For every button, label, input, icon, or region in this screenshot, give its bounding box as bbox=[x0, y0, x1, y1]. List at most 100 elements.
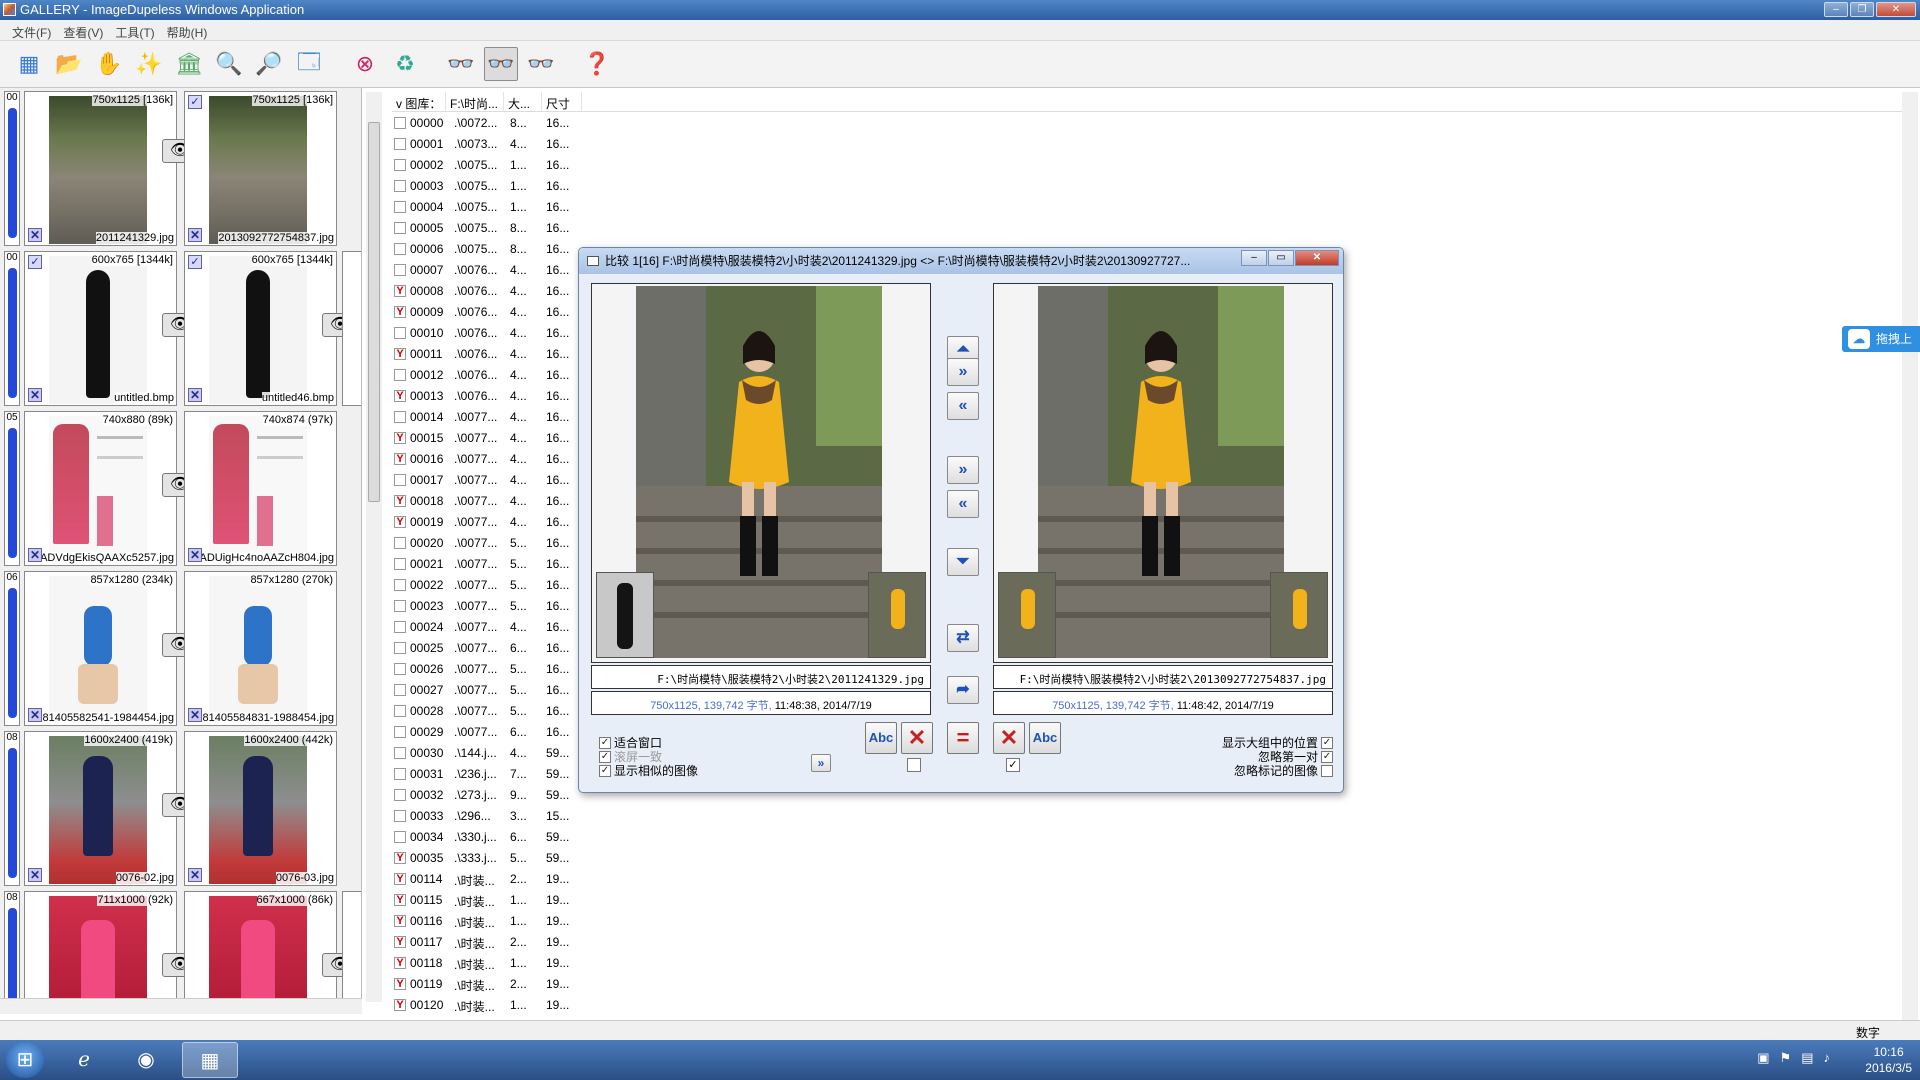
thumbnail[interactable]: 857x1280 (234k) 7181405582541-1984454.jp… bbox=[24, 571, 177, 726]
row-checkbox[interactable]: Y bbox=[394, 894, 406, 906]
column-dimensions[interactable]: 尺寸 bbox=[542, 92, 582, 111]
view-mode-3-icon[interactable]: 👓 bbox=[524, 47, 558, 81]
list-row[interactable]: 00023 .\0077... 5... 16... bbox=[392, 596, 592, 617]
list-row[interactable]: 00010 .\0076... 4... 16... bbox=[392, 323, 592, 344]
row-checkbox[interactable]: Y bbox=[394, 453, 406, 465]
list-row[interactable]: 00030 .\144.j... 4... 59... bbox=[392, 743, 592, 764]
minimize-button[interactable]: – bbox=[1824, 2, 1848, 17]
list-row[interactable]: Y 00013 .\0076... 4... 16... bbox=[392, 386, 592, 407]
row-checkbox[interactable]: Y bbox=[394, 285, 406, 297]
gallery-grid-icon[interactable]: ▦ bbox=[12, 47, 46, 81]
list-row[interactable]: Y 00016 .\0077... 4... 16... bbox=[392, 449, 592, 470]
ignore-marked-option[interactable]: 忽略标记的图像 bbox=[1234, 762, 1333, 779]
help-icon[interactable]: ❓ bbox=[580, 47, 614, 81]
list-row[interactable]: 00001 .\0073... 4... 16... bbox=[392, 134, 592, 155]
row-checkbox[interactable] bbox=[394, 726, 406, 738]
row-checkbox[interactable]: Y bbox=[394, 495, 406, 507]
group-number[interactable]: 06 bbox=[4, 571, 20, 726]
show-similar-option[interactable]: ✓ 显示相似的图像 bbox=[599, 762, 698, 779]
list-vertical-scrollbar[interactable] bbox=[1902, 92, 1918, 1020]
list-row[interactable]: 00000 .\0072... 8... 16... bbox=[392, 113, 592, 134]
thumbnail[interactable]: 857x1280 (270k) 181405584831-1988454.jpg… bbox=[184, 571, 337, 726]
show-similar-checkbox[interactable]: ✓ bbox=[599, 764, 611, 777]
row-checkbox[interactable] bbox=[394, 600, 406, 612]
row-checkbox[interactable] bbox=[394, 642, 406, 654]
row-checkbox[interactable] bbox=[394, 222, 406, 234]
delete-mark-icon[interactable]: ✕ bbox=[28, 228, 42, 242]
left-next-thumbnail[interactable] bbox=[868, 572, 926, 658]
row-checkbox[interactable] bbox=[394, 621, 406, 633]
right-next-thumbnail[interactable] bbox=[1270, 572, 1328, 658]
show-position-checkbox[interactable]: ✓ bbox=[1321, 736, 1333, 749]
delete-mark-icon[interactable]: ✕ bbox=[28, 708, 42, 722]
row-checkbox[interactable] bbox=[394, 684, 406, 696]
row-checkbox[interactable] bbox=[394, 537, 406, 549]
dialog-close-button[interactable]: ✕ bbox=[1295, 250, 1339, 266]
window-icon[interactable]: 🗔 bbox=[292, 47, 326, 81]
menu-view[interactable]: 查看(V) bbox=[57, 20, 109, 40]
rename-left-button[interactable]: Abc bbox=[865, 722, 897, 754]
delete-mark-icon[interactable]: ✕ bbox=[188, 388, 202, 402]
list-row[interactable]: 00007 .\0076... 4... 16... bbox=[392, 260, 592, 281]
maximize-button[interactable]: ❐ bbox=[1850, 2, 1874, 17]
list-row[interactable]: Y 00116 .\时装... 1... 19... bbox=[392, 911, 592, 932]
row-checkbox[interactable]: Y bbox=[394, 390, 406, 402]
row-checkbox[interactable] bbox=[394, 411, 406, 423]
list-row[interactable]: Y 00115 .\时装... 1... 19... bbox=[392, 890, 592, 911]
column-size[interactable]: 大... bbox=[504, 92, 542, 111]
row-checkbox[interactable]: Y bbox=[394, 348, 406, 360]
thumbnail[interactable]: 667x1000 (86k) bbox=[184, 891, 337, 1010]
list-row[interactable]: Y 00117 .\时装... 2... 19... bbox=[392, 932, 592, 953]
delete-mark-icon[interactable]: ✕ bbox=[28, 388, 42, 402]
delete-right-button[interactable]: ✕ bbox=[993, 722, 1025, 754]
last-pair-button[interactable]: ⏷ bbox=[947, 548, 979, 576]
mark-left-checkbox[interactable] bbox=[907, 758, 921, 772]
list-row[interactable]: Y 00118 .\时装... 1... 19... bbox=[392, 953, 592, 974]
row-checkbox[interactable]: Y bbox=[394, 852, 406, 864]
row-checkbox[interactable] bbox=[394, 264, 406, 276]
gallery-vertical-scrollbar[interactable] bbox=[366, 92, 382, 1002]
list-row[interactable]: 00012 .\0076... 4... 16... bbox=[392, 365, 592, 386]
list-row[interactable]: 00004 .\0075... 1... 16... bbox=[392, 197, 592, 218]
thumbnail[interactable]: 1600x2400 (419k) 0076-02.jpg ✕ bbox=[24, 731, 177, 886]
move-button[interactable]: ➦ bbox=[947, 676, 979, 704]
ignore-marked-checkbox[interactable] bbox=[1321, 764, 1333, 777]
row-checkbox[interactable] bbox=[394, 117, 406, 129]
list-row[interactable]: 00024 .\0077... 4... 16... bbox=[392, 617, 592, 638]
list-row[interactable]: 00005 .\0075... 8... 16... bbox=[392, 218, 592, 239]
fit-window-checkbox[interactable]: ✓ bbox=[599, 736, 611, 749]
list-row[interactable]: Y 00008 .\0076... 4... 16... bbox=[392, 281, 592, 302]
list-row[interactable]: 00029 .\0077... 6... 16... bbox=[392, 722, 592, 743]
list-row[interactable]: 00025 .\0077... 6... 16... bbox=[392, 638, 592, 659]
list-row[interactable]: Y 00114 .\时装... 2... 19... bbox=[392, 869, 592, 890]
menu-tools[interactable]: 工具(T) bbox=[109, 20, 160, 40]
row-checkbox[interactable] bbox=[394, 180, 406, 192]
row-checkbox[interactable] bbox=[394, 579, 406, 591]
list-row[interactable]: 00022 .\0077... 5... 16... bbox=[392, 575, 592, 596]
list-row[interactable]: 00014 .\0077... 4... 16... bbox=[392, 407, 592, 428]
delete-left-button[interactable]: ✕ bbox=[901, 722, 933, 754]
equal-button[interactable]: = bbox=[947, 722, 979, 754]
scrollbar-thumb[interactable] bbox=[368, 122, 380, 502]
thumbnail-partial[interactable] bbox=[342, 251, 361, 406]
dialog-maximize-button[interactable]: ▭ bbox=[1268, 250, 1294, 266]
list-row[interactable]: 00006 .\0075... 8... 16... bbox=[392, 239, 592, 260]
row-checkbox[interactable] bbox=[394, 327, 406, 339]
list-row[interactable]: Y 00120 .\时装... 1... 19... bbox=[392, 995, 592, 1016]
row-checkbox[interactable]: Y bbox=[394, 873, 406, 885]
delete-mark-icon[interactable]: ✕ bbox=[28, 868, 42, 882]
view-mode-2-icon[interactable]: 👓 bbox=[484, 47, 518, 81]
thumbnail-partial[interactable] bbox=[342, 891, 361, 1010]
stop-icon[interactable]: ⊗ bbox=[348, 47, 382, 81]
row-checkbox[interactable]: Y bbox=[394, 516, 406, 528]
mark-checkbox[interactable]: ✓ bbox=[28, 255, 42, 269]
row-checkbox[interactable] bbox=[394, 474, 406, 486]
tray-speaker-icon[interactable]: ♪ bbox=[1824, 1050, 1831, 1066]
refresh-icon[interactable]: ♻ bbox=[388, 47, 422, 81]
system-clock[interactable]: 10:16 2016/3/5 bbox=[1865, 1044, 1912, 1076]
thumbnail[interactable]: 740x874 (97k) ADUigHc4noAAZcH804.jpg ✕ bbox=[184, 411, 337, 566]
row-checkbox[interactable] bbox=[394, 201, 406, 213]
list-row[interactable]: 00026 .\0077... 5... 16... bbox=[392, 659, 592, 680]
thumbnail[interactable]: 740x880 (89k) xADVdgEkisQAAXc5257.jpg ✕ bbox=[24, 411, 177, 566]
list-row[interactable]: 00003 .\0075... 1... 16... bbox=[392, 176, 592, 197]
